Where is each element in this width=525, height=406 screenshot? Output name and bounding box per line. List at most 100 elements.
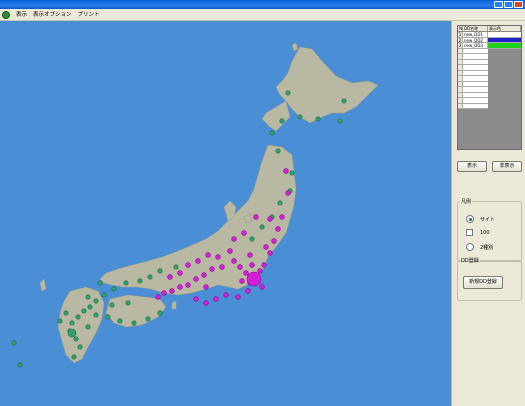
site-marker-green[interactable] <box>297 114 303 120</box>
hide-button[interactable]: 非表示 <box>492 161 522 172</box>
site-cluster-magenta[interactable] <box>246 271 262 287</box>
site-marker-magenta[interactable] <box>169 288 175 294</box>
site-marker-magenta[interactable] <box>209 266 215 272</box>
site-marker-magenta[interactable] <box>203 284 209 290</box>
site-marker-magenta[interactable] <box>161 290 167 296</box>
site-marker-magenta[interactable] <box>201 272 207 278</box>
site-marker-green[interactable] <box>11 340 17 346</box>
site-marker-green[interactable] <box>157 268 163 274</box>
site-marker-magenta[interactable] <box>247 252 253 258</box>
site-marker-green[interactable] <box>69 320 75 326</box>
site-marker-magenta[interactable] <box>243 270 249 276</box>
site-marker-magenta[interactable] <box>227 248 233 254</box>
site-marker-green[interactable] <box>75 314 81 320</box>
site-marker-magenta[interactable] <box>155 294 161 300</box>
site-marker-green[interactable] <box>97 280 103 286</box>
legend-option-100[interactable]: 100 <box>466 229 490 236</box>
site-marker-green[interactable] <box>125 300 131 306</box>
site-marker-magenta[interactable] <box>285 190 291 196</box>
site-marker-magenta[interactable] <box>231 236 237 242</box>
site-marker-magenta[interactable] <box>235 294 241 300</box>
site-marker-magenta[interactable] <box>237 264 243 270</box>
site-marker-green[interactable] <box>145 316 151 322</box>
site-marker-green[interactable] <box>57 318 63 324</box>
site-marker-green[interactable] <box>77 344 83 350</box>
site-marker-green[interactable] <box>111 286 117 292</box>
site-marker-green[interactable] <box>279 118 285 124</box>
site-marker-magenta[interactable] <box>259 284 265 290</box>
site-marker-magenta[interactable] <box>195 258 201 264</box>
site-marker-green[interactable] <box>93 312 99 318</box>
site-marker-magenta[interactable] <box>263 244 269 250</box>
site-marker-green[interactable] <box>63 310 69 316</box>
site-marker-green[interactable] <box>131 320 137 326</box>
site-marker-magenta[interactable] <box>231 258 237 264</box>
site-marker-green[interactable] <box>137 278 143 284</box>
new-dd-register-button[interactable]: 新規DD登録 <box>463 276 503 289</box>
site-marker-green[interactable] <box>269 130 275 136</box>
site-marker-magenta[interactable] <box>215 254 221 260</box>
site-cluster-green[interactable] <box>67 328 77 338</box>
site-marker-magenta[interactable] <box>219 264 225 270</box>
site-marker-magenta[interactable] <box>257 268 263 274</box>
site-marker-magenta[interactable] <box>205 252 211 258</box>
site-marker-magenta[interactable] <box>213 296 219 302</box>
legend-option-type2[interactable]: 2種別 <box>466 243 493 251</box>
site-marker-magenta[interactable] <box>283 168 289 174</box>
site-marker-magenta[interactable] <box>177 284 183 290</box>
site-marker-magenta[interactable] <box>279 214 285 220</box>
menu-view-options[interactable]: 表示オプション <box>30 9 75 21</box>
menu-view[interactable]: 表示 <box>13 9 30 21</box>
site-marker-green[interactable] <box>85 324 91 330</box>
site-marker-magenta[interactable] <box>223 292 229 298</box>
minimize-button[interactable] <box>494 1 503 8</box>
checkbox[interactable] <box>466 229 473 236</box>
site-marker-green[interactable] <box>315 116 321 122</box>
site-marker-green[interactable] <box>147 274 153 280</box>
site-marker-green[interactable] <box>249 236 255 242</box>
site-marker-magenta[interactable] <box>249 262 255 268</box>
site-marker-magenta[interactable] <box>261 262 267 268</box>
site-marker-green[interactable] <box>173 264 179 270</box>
site-marker-green[interactable] <box>117 318 123 324</box>
site-marker-green[interactable] <box>81 308 87 314</box>
dd-row-color-swatch[interactable] <box>488 43 521 48</box>
site-marker-magenta[interactable] <box>275 226 281 232</box>
site-marker-magenta[interactable] <box>241 230 247 236</box>
site-marker-magenta[interactable] <box>245 288 251 294</box>
site-marker-magenta[interactable] <box>177 270 183 276</box>
site-marker-green[interactable] <box>101 292 107 298</box>
site-marker-green[interactable] <box>341 98 347 104</box>
maximize-button[interactable] <box>504 1 513 8</box>
radio-button[interactable] <box>466 243 474 251</box>
site-marker-magenta[interactable] <box>239 278 245 284</box>
site-marker-magenta[interactable] <box>203 300 209 306</box>
site-marker-green[interactable] <box>157 310 163 316</box>
site-marker-green[interactable] <box>289 170 295 176</box>
site-marker-magenta[interactable] <box>193 276 199 282</box>
site-marker-green[interactable] <box>71 354 77 360</box>
site-marker-green[interactable] <box>87 304 93 310</box>
site-marker-green[interactable] <box>109 302 115 308</box>
site-marker-green[interactable] <box>285 90 291 96</box>
site-marker-green[interactable] <box>93 298 99 304</box>
site-marker-green[interactable] <box>73 336 79 342</box>
site-marker-magenta[interactable] <box>185 282 191 288</box>
legend-option-site[interactable]: サイト <box>466 215 495 223</box>
menu-print[interactable]: プリント <box>75 9 103 21</box>
site-marker-green[interactable] <box>275 148 281 154</box>
site-marker-green[interactable] <box>17 362 23 368</box>
site-marker-magenta[interactable] <box>167 274 173 280</box>
show-button[interactable]: 表示 <box>457 161 487 172</box>
site-marker-green[interactable] <box>123 280 129 286</box>
site-marker-green[interactable] <box>259 224 265 230</box>
dd-row-color-swatch[interactable] <box>488 32 521 37</box>
site-marker-magenta[interactable] <box>267 216 273 222</box>
site-marker-green[interactable] <box>105 314 111 320</box>
site-marker-magenta[interactable] <box>267 250 273 256</box>
site-marker-magenta[interactable] <box>185 262 191 268</box>
site-marker-magenta[interactable] <box>253 214 259 220</box>
site-marker-green[interactable] <box>85 294 91 300</box>
dd-row-color-swatch[interactable] <box>488 37 521 42</box>
japan-map[interactable] <box>0 21 451 406</box>
